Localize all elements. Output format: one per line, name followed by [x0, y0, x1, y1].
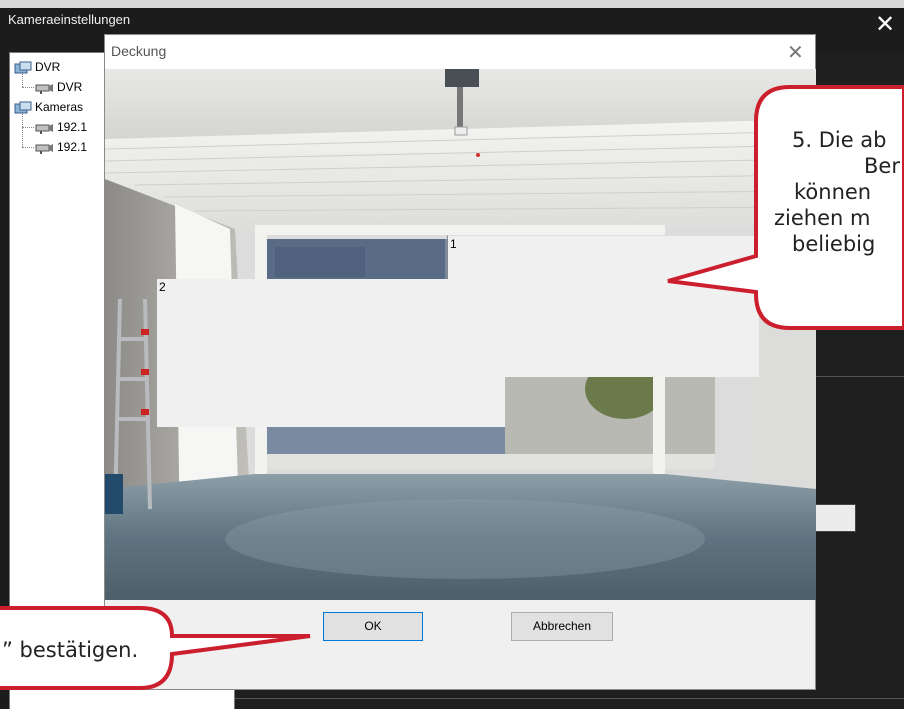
callout-right-line: können: [794, 180, 872, 204]
callout-layer: [0, 85, 904, 690]
screenshot: Kameraeinstellungen ✕ DVR DVR Kameras 19…: [0, 0, 904, 709]
callout-left-text: ” bestätigen.: [2, 638, 139, 662]
callout-right-line: 5. Die ab: [792, 128, 887, 152]
callout-right-line: beliebig: [792, 232, 876, 256]
callout-right-line: ziehen m: [774, 206, 871, 230]
callout-right-line: Ber: [864, 154, 900, 178]
